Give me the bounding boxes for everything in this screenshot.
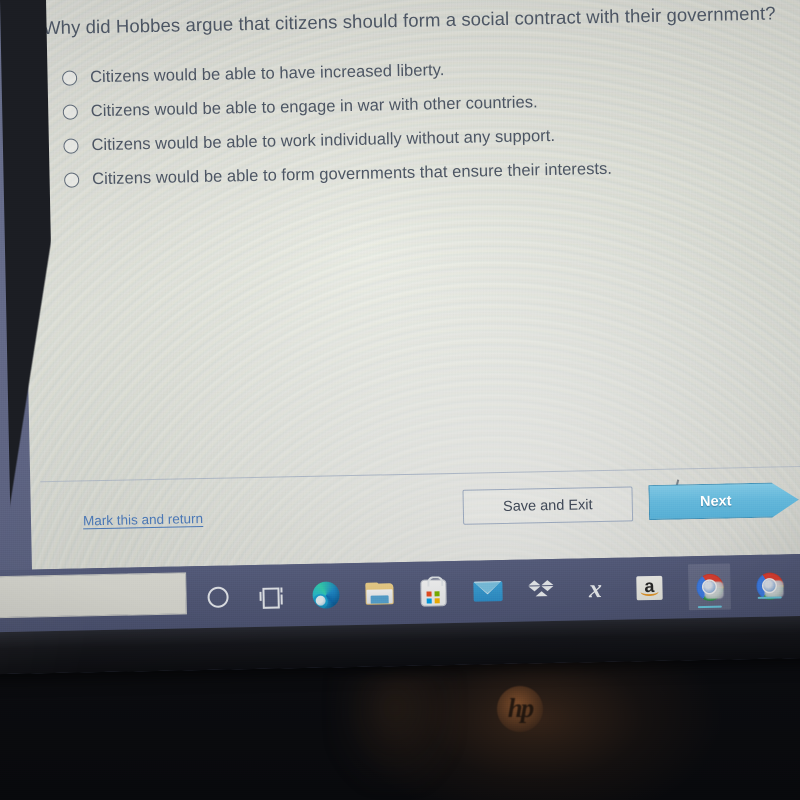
quiz-footer: Mark this and return Save and Exit Next	[30, 467, 800, 570]
mail-icon[interactable]	[472, 576, 503, 607]
answer-options-list: Citizens would be able to have increased…	[61, 46, 800, 197]
radio-button-icon[interactable]	[62, 103, 78, 120]
chrome-window-thumbnail	[763, 579, 784, 598]
bezel-smudge	[330, 672, 460, 792]
radio-button-icon[interactable]	[64, 171, 80, 188]
google-chrome-icon[interactable]	[754, 570, 785, 601]
edge-swirl-glyph	[311, 580, 340, 609]
dropbox-boxes-glyph	[528, 578, 554, 603]
hp-logo-text: hp	[507, 692, 534, 723]
next-button[interactable]: Next	[648, 479, 799, 520]
taskbar-search-input[interactable]	[0, 572, 187, 619]
microsoft-store-icon[interactable]	[418, 575, 449, 608]
amazon-icon[interactable]: a	[634, 573, 665, 604]
mark-this-and-return-link[interactable]: Mark this and return	[83, 511, 203, 528]
cortana-circle-glyph	[206, 586, 229, 608]
hp-logo: hp	[497, 686, 543, 732]
task-view-icon[interactable]	[256, 580, 287, 611]
answer-option-label: Citizens would be able to have increased…	[89, 60, 445, 86]
cortana-icon[interactable]	[202, 581, 233, 612]
question-text: Why did Hobbes argue that citizens shoul…	[42, 2, 776, 39]
microsoft-edge-icon[interactable]	[310, 579, 341, 610]
radio-button-icon[interactable]	[61, 69, 78, 86]
save-and-exit-button[interactable]: Save and Exit	[462, 486, 634, 525]
chrome-window-thumbnail	[703, 581, 724, 599]
amazon-smile	[640, 586, 659, 597]
next-button-label: Next	[699, 492, 732, 510]
bolt-glyph: x	[588, 574, 603, 604]
answer-option-label: Citizens would be able to form governmen…	[91, 159, 613, 188]
chrome-glyph	[755, 571, 784, 600]
file-explorer-icon[interactable]	[364, 578, 395, 609]
store-bag-glyph	[421, 575, 446, 606]
task-view-glyph	[259, 586, 283, 609]
laptop-screen: Why did Hobbes argue that citizens shoul…	[0, 0, 800, 675]
answer-option-label: Citizens would be able to work individua…	[91, 126, 556, 154]
save-and-exit-label: Save and Exit	[502, 496, 593, 515]
quiz-page: Why did Hobbes argue that citizens shoul…	[20, 0, 800, 570]
bolt-icon[interactable]: x	[580, 574, 611, 605]
folder-glyph	[365, 582, 394, 605]
laptop-photo: hp Why did Hobbes argue that citizens sh…	[0, 0, 800, 800]
chrome-glyph	[695, 573, 724, 601]
amazon-glyph: a	[636, 575, 663, 601]
radio-button-icon[interactable]	[63, 137, 79, 154]
answer-option-label: Citizens would be able to engage in war …	[90, 92, 538, 120]
dropbox-icon[interactable]	[526, 575, 557, 606]
google-chrome-icon[interactable]	[688, 563, 731, 611]
envelope-glyph	[472, 581, 503, 602]
